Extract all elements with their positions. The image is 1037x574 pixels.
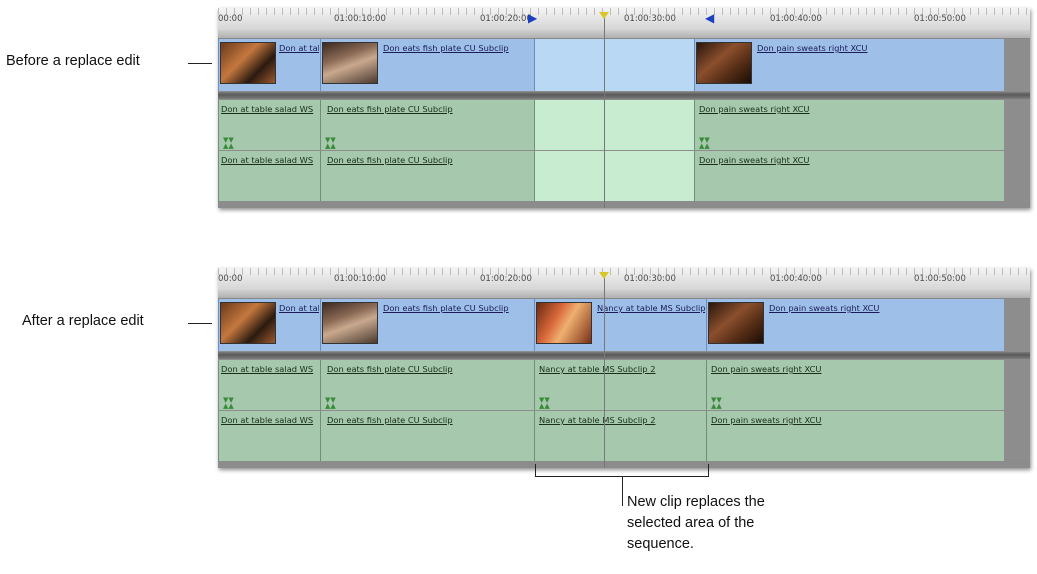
timecode-ruler[interactable]: 00:00 01:00:10:00 01:00:20:00 01:00:30:0…: [218, 268, 1030, 291]
annotation-text: New clip replaces the selected area of t…: [627, 494, 765, 552]
out-point-icon[interactable]: ◀: [705, 11, 714, 25]
timecode-label: 01:00:30:00: [624, 14, 676, 24]
keyframe-icon: ▼▼ ▲▲: [711, 396, 722, 410]
audio-clip[interactable]: Don eats fish plate CU Subclip: [320, 151, 534, 201]
clip-name: Don at table salad WS: [221, 364, 314, 374]
video-track: Don at table salad WS Don eats fish plat…: [218, 39, 1030, 91]
clip-thumbnail: [708, 302, 764, 344]
in-point-icon[interactable]: ▶: [528, 11, 537, 25]
keyframe-icon: ▼▼ ▲▲: [223, 396, 234, 410]
clip-name: Don pain sweats right XCU: [711, 415, 822, 425]
audio-track: Don at table salad WS Don eats fish plat…: [218, 411, 1030, 461]
playhead-icon[interactable]: [599, 272, 609, 279]
audio-track: Don at table salad WS Don eats fish plat…: [218, 151, 1030, 201]
video-clip[interactable]: Don pain sweats right XCU: [694, 39, 1004, 91]
keyframe-icon: ▼▼ ▲▲: [325, 136, 336, 150]
clip-thumbnail: [536, 302, 592, 344]
timecode-label: 01:00:40:00: [770, 274, 822, 284]
clip-name: Don at table salad WS: [221, 415, 314, 425]
audio-clip[interactable]: Don at table salad WS ▼▼ ▲▲: [218, 360, 320, 410]
track-divider[interactable]: [218, 352, 1030, 359]
clip-name: Don eats fish plate CU Subclip: [383, 43, 509, 53]
clip-thumbnail: [696, 42, 752, 84]
clip-name: Don eats fish plate CU Subclip: [327, 155, 453, 165]
playhead-line: [604, 16, 605, 208]
clip-thumbnail: [220, 42, 276, 84]
clip-name: Don at table salad WS: [279, 303, 319, 313]
audio-clip[interactable]: Nancy at table MS Subclip 2: [534, 411, 706, 461]
before-label: Before a replace edit: [6, 53, 140, 69]
audio-track: Don at table salad WS ▼▼ ▲▲ Don eats fish…: [218, 100, 1030, 150]
keyframe-icon: ▼▼ ▲▲: [325, 396, 336, 410]
video-clip[interactable]: Don at table salad WS: [218, 39, 320, 91]
timecode-label: 01:00:40:00: [770, 14, 822, 24]
keyframe-icon: ▼▼ ▲▲: [699, 136, 710, 150]
clip-name: Don at table salad WS: [221, 104, 314, 114]
clip-name: Don at table salad WS: [279, 43, 319, 53]
clip-name: Nancy at table MS Subclip 2: [597, 303, 705, 313]
timecode-label: 01:00:30:00: [624, 274, 676, 284]
keyframe-icon: ▼▼ ▲▲: [539, 396, 550, 410]
clip-name: Nancy at table MS Subclip 2: [539, 364, 656, 374]
audio-clip[interactable]: Don at table salad WS: [218, 151, 320, 201]
audio-clip[interactable]: Don pain sweats right XCU: [694, 151, 1004, 201]
playhead-icon[interactable]: [599, 12, 609, 19]
clip-name: Don at table salad WS: [221, 155, 314, 165]
clip-thumbnail: [322, 42, 378, 84]
timecode-label: 01:00:10:00: [334, 274, 386, 284]
clip-name: Don eats fish plate CU Subclip: [327, 364, 453, 374]
clip-name: Don eats fish plate CU Subclip: [383, 303, 509, 313]
after-label: After a replace edit: [22, 313, 144, 329]
timecode-label: 01:00:50:00: [914, 274, 966, 284]
timecode-label: 01:00:20:00: [480, 274, 532, 284]
video-clip[interactable]: Don at table salad WS: [218, 299, 320, 351]
clip-name: Don pain sweats right XCU: [711, 364, 822, 374]
clip-name: Don pain sweats right XCU: [769, 303, 880, 313]
video-track: Don at table salad WS Don eats fish plat…: [218, 299, 1030, 351]
timecode-label: 01:00:20:00: [480, 14, 532, 24]
bracket-pointer: [622, 476, 623, 506]
selected-area[interactable]: [534, 100, 694, 150]
timecode-label: 00:00: [218, 14, 243, 24]
audio-clip[interactable]: Don pain sweats right XCU: [706, 411, 1004, 461]
timecode-label: 00:00: [218, 274, 243, 284]
track-divider[interactable]: [218, 92, 1030, 99]
audio-clip[interactable]: Don at table salad WS ▼▼ ▲▲: [218, 100, 320, 150]
video-clip[interactable]: Nancy at table MS Subclip 2: [534, 299, 706, 351]
clip-name: Don pain sweats right XCU: [699, 104, 810, 114]
clip-name: Don eats fish plate CU Subclip: [327, 415, 453, 425]
clip-name: Don eats fish plate CU Subclip: [327, 104, 453, 114]
video-clip[interactable]: Don eats fish plate CU Subclip: [320, 39, 534, 91]
audio-clip[interactable]: Nancy at table MS Subclip 2 ▼▼ ▲▲: [534, 360, 706, 410]
clip-name: Don pain sweats right XCU: [757, 43, 868, 53]
timeline-after: 00:00 01:00:10:00 01:00:20:00 01:00:30:0…: [218, 268, 1030, 468]
video-clip[interactable]: Don pain sweats right XCU: [706, 299, 1004, 351]
clip-name: Don pain sweats right XCU: [699, 155, 810, 165]
clip-thumbnail: [220, 302, 276, 344]
audio-clip[interactable]: Don pain sweats right XCU ▼▼ ▲▲: [694, 100, 1004, 150]
before-callout-line: [188, 63, 212, 64]
timecode-ruler[interactable]: 00:00 01:00:10:00 01:00:20:00 01:00:30:0…: [218, 8, 1030, 31]
audio-clip[interactable]: Don eats fish plate CU Subclip ▼▼ ▲▲: [320, 360, 534, 410]
selected-area[interactable]: [534, 151, 694, 201]
selected-area[interactable]: [534, 39, 694, 91]
video-clip[interactable]: Don eats fish plate CU Subclip: [320, 299, 534, 351]
timecode-label: 01:00:10:00: [334, 14, 386, 24]
audio-track: Don at table salad WS ▼▼ ▲▲ Don eats fish…: [218, 360, 1030, 410]
after-callout-line: [188, 323, 212, 324]
clip-name: Nancy at table MS Subclip 2: [539, 415, 656, 425]
timeline-before: 00:00 01:00:10:00 01:00:20:00 01:00:30:0…: [218, 8, 1030, 208]
timecode-label: 01:00:50:00: [914, 14, 966, 24]
audio-clip[interactable]: Don eats fish plate CU Subclip ▼▼ ▲▲: [320, 100, 534, 150]
audio-clip[interactable]: Don at table salad WS: [218, 411, 320, 461]
audio-clip[interactable]: Don eats fish plate CU Subclip: [320, 411, 534, 461]
keyframe-icon: ▼▼ ▲▲: [223, 136, 234, 150]
audio-clip[interactable]: Don pain sweats right XCU ▼▼ ▲▲: [706, 360, 1004, 410]
playhead-line: [604, 276, 605, 468]
clip-thumbnail: [322, 302, 378, 344]
